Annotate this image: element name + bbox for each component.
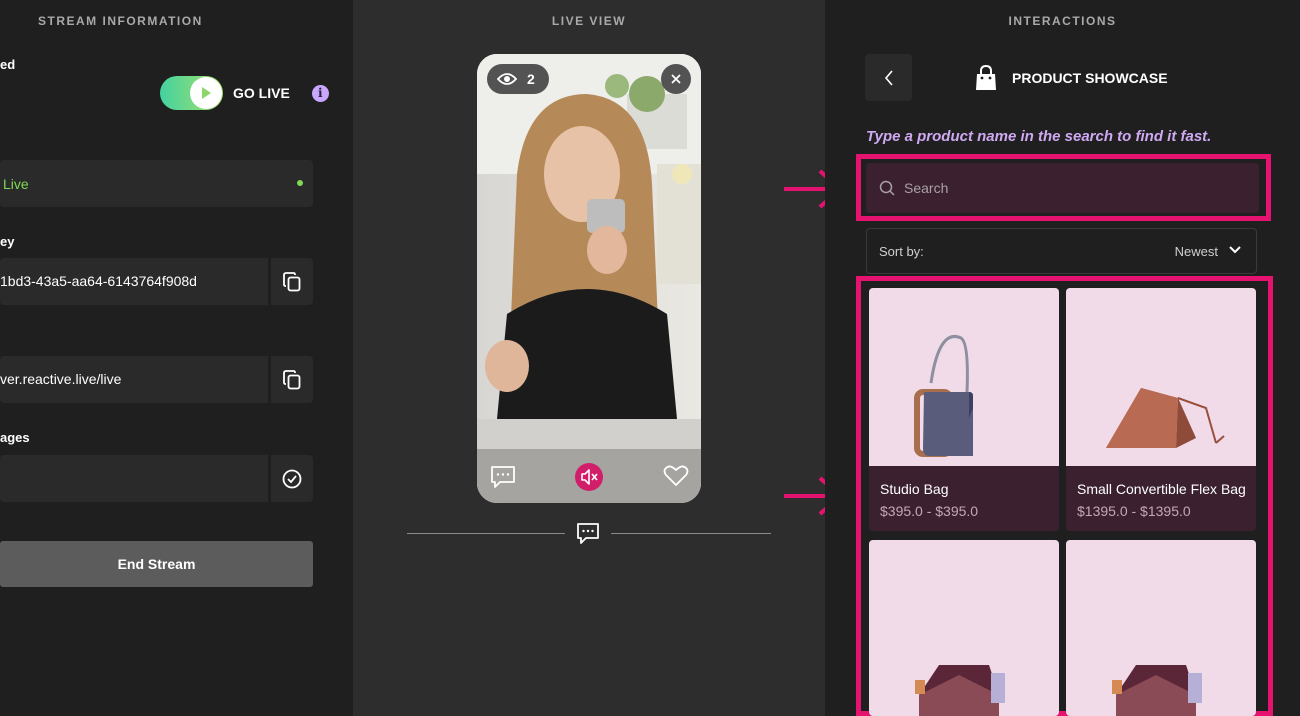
- server-url-row: ver.reactive.live/live: [0, 356, 313, 403]
- copy-stream-key-button[interactable]: [271, 258, 313, 305]
- eye-icon: [497, 73, 517, 85]
- divider-line-left: [407, 533, 565, 534]
- end-stream-button[interactable]: End Stream: [0, 541, 313, 587]
- comments-icon[interactable]: [575, 521, 601, 547]
- info-icon[interactable]: i: [311, 84, 329, 102]
- stream-information-panel: STREAM INFORMATION ed GO LIVE i Live ey …: [0, 0, 353, 716]
- shopping-bag-icon: [976, 65, 996, 90]
- divider-line-right: [611, 533, 771, 534]
- server-url-field[interactable]: ver.reactive.live/live: [0, 356, 268, 403]
- messages-label: ages: [0, 430, 30, 445]
- interactions-panel: INTERACTIONS PRODUCT SHOWCASE Type a pro…: [825, 0, 1300, 716]
- sort-value: Newest: [1174, 244, 1218, 259]
- stream-status-value: Live: [3, 176, 29, 192]
- copy-icon: [283, 271, 301, 291]
- panel-heading: INTERACTIONS: [1008, 14, 1117, 28]
- app-root: STREAM INFORMATION ed GO LIVE i Live ey …: [0, 0, 1300, 716]
- go-live-control: GO LIVE i: [160, 76, 329, 110]
- live-video-preview: 2: [477, 54, 701, 503]
- product-card[interactable]: Small Convertible Flex Bag $1395.0 - $13…: [1066, 288, 1256, 531]
- heart-icon[interactable]: [663, 464, 689, 488]
- check-circle-icon: [282, 469, 302, 488]
- stream-key-field[interactable]: 1bd3-43a5-aa64-6143764f908d: [0, 258, 268, 305]
- search-icon: [879, 180, 895, 196]
- product-card[interactable]: [869, 540, 1059, 716]
- viewer-count-badge: 2: [487, 64, 549, 94]
- confirm-messages-button[interactable]: [271, 455, 313, 502]
- product-card[interactable]: [1066, 540, 1256, 716]
- panel-heading: LIVE VIEW: [551, 14, 627, 28]
- go-live-toggle[interactable]: [160, 76, 223, 110]
- search-hint: Type a product name in the search to fin…: [866, 128, 1212, 145]
- mute-icon[interactable]: [574, 462, 604, 492]
- messages-field[interactable]: [0, 455, 268, 502]
- close-preview-button[interactable]: [661, 64, 691, 94]
- chevron-left-icon: [884, 69, 893, 86]
- product-price: $1395.0 - $1395.0: [1077, 503, 1191, 519]
- search-placeholder: Search: [904, 180, 949, 196]
- video-frame-image: [477, 54, 701, 503]
- status-field-label: ed: [0, 57, 16, 72]
- sort-dropdown[interactable]: Sort by: Newest: [866, 228, 1257, 274]
- viewer-count: 2: [527, 71, 535, 87]
- product-image: [869, 540, 1059, 716]
- product-showcase-label: PRODUCT SHOWCASE: [1012, 70, 1168, 86]
- product-image: [869, 288, 1059, 466]
- copy-icon: [283, 369, 301, 389]
- product-image: [1066, 540, 1256, 716]
- chat-icon[interactable]: [489, 464, 517, 490]
- live-view-panel: LIVE VIEW 2: [353, 0, 825, 716]
- stream-status-field: Live: [0, 160, 313, 207]
- panel-heading: STREAM INFORMATION: [38, 14, 203, 28]
- video-controls: [477, 463, 701, 503]
- product-name: Small Convertible Flex Bag: [1077, 481, 1246, 497]
- sort-label: Sort by:: [879, 244, 924, 259]
- product-image: [1066, 288, 1256, 466]
- chevron-down-icon: [1229, 246, 1241, 254]
- search-input[interactable]: Search: [866, 163, 1259, 213]
- play-icon: [190, 77, 222, 109]
- live-indicator-dot: [297, 180, 303, 186]
- stream-key-label: ey: [0, 234, 15, 249]
- messages-row: [0, 455, 313, 502]
- stream-key-row: 1bd3-43a5-aa64-6143764f908d: [0, 258, 313, 305]
- product-price: $395.0 - $395.0: [880, 503, 979, 519]
- product-name: Studio Bag: [880, 481, 949, 497]
- back-button[interactable]: [865, 54, 912, 101]
- copy-server-url-button[interactable]: [271, 356, 313, 403]
- go-live-label: GO LIVE: [233, 85, 290, 101]
- close-icon: [671, 74, 681, 84]
- product-showcase-title: PRODUCT SHOWCASE: [975, 65, 1168, 91]
- product-card[interactable]: Studio Bag $395.0 - $395.0: [869, 288, 1059, 531]
